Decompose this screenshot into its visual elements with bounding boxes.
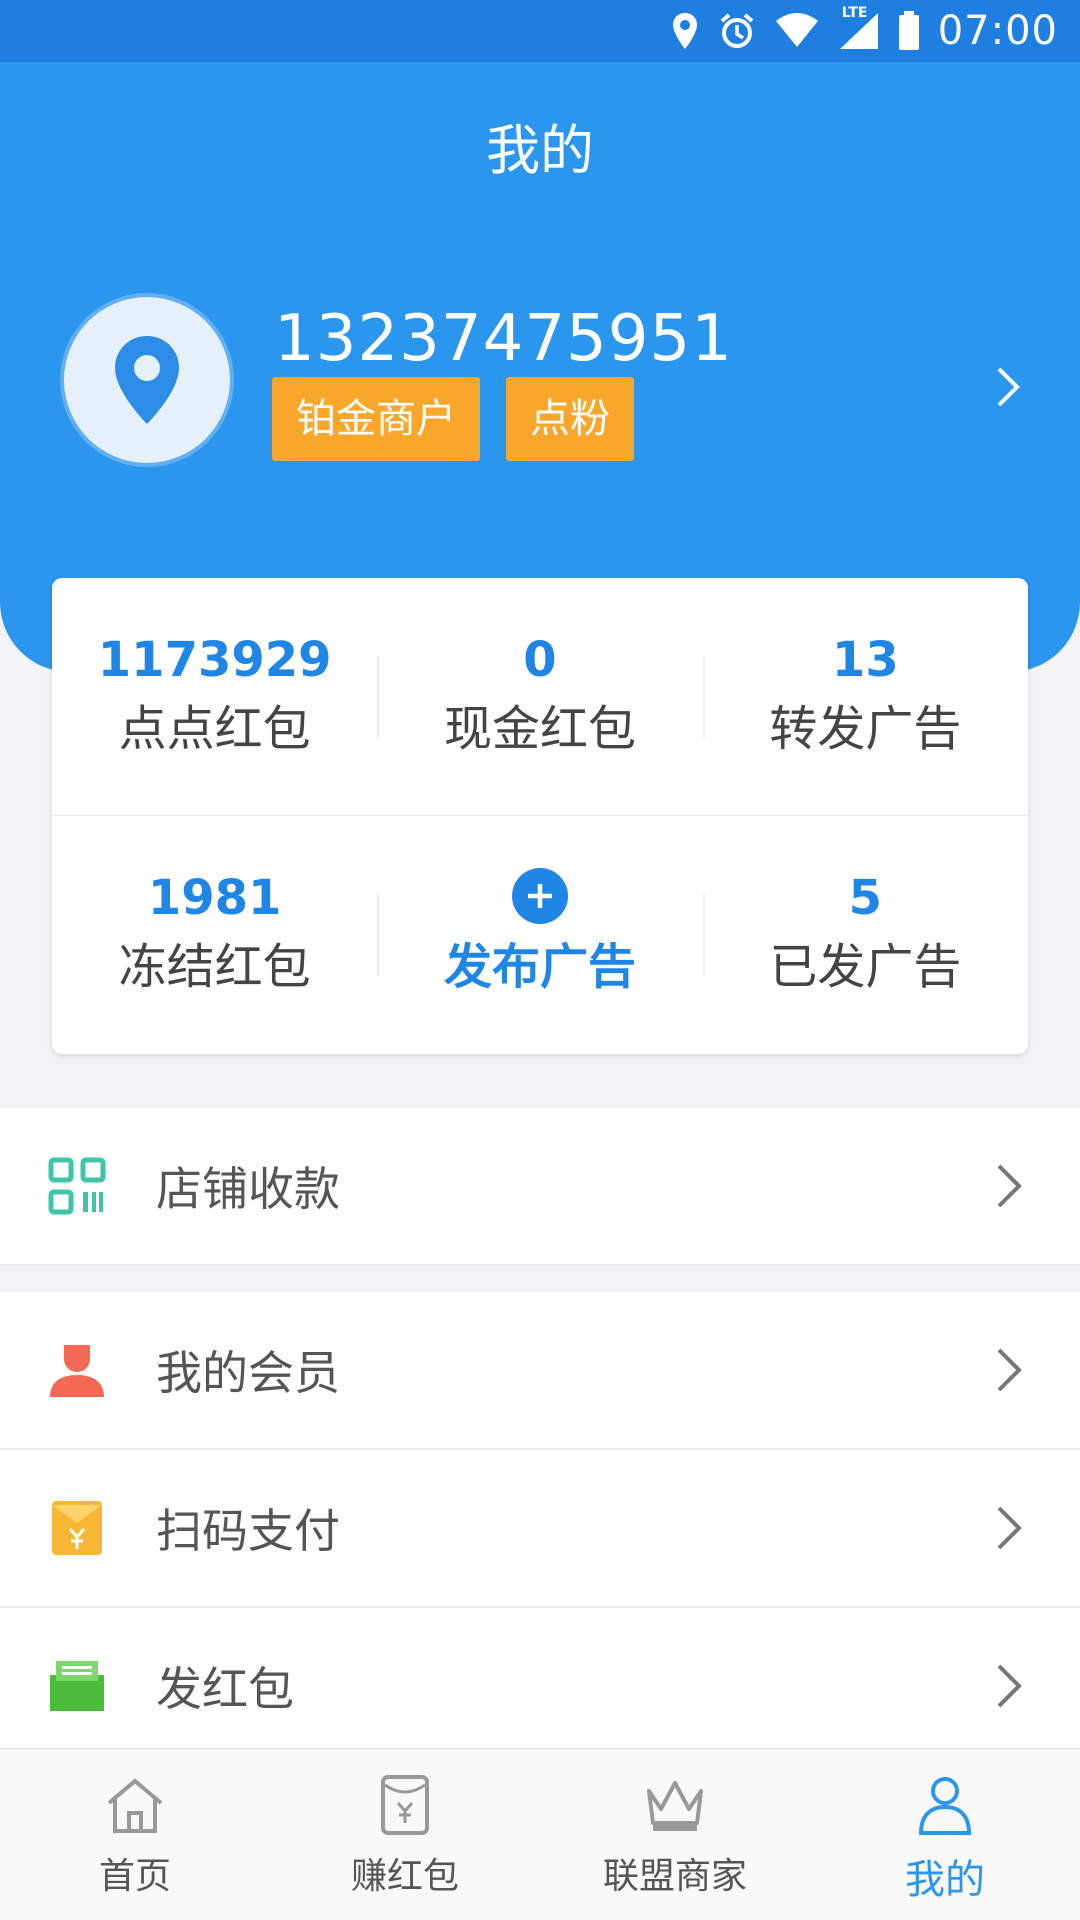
gift-box-icon [50,1661,104,1711]
wallet-yen-icon [381,1775,429,1835]
chevron-right-icon [997,1348,1022,1392]
divider [0,1264,1080,1266]
chevron-right-icon [997,1164,1022,1208]
qr-code-icon [48,1157,106,1215]
stat-label: 现金红包 [443,700,636,757]
tab-label: 联盟商家 [602,1856,747,1897]
wifi-icon [774,13,820,49]
publish-ad-button[interactable]: 发布广告 [377,816,702,1054]
status-bar: LTE 07:00 [0,0,1080,62]
user-icon [918,1777,972,1835]
status-time: 07:00 [937,8,1058,54]
publish-ad-label: 发布广告 [443,939,636,995]
stat-forwarded-ads[interactable]: 13 转发广告 [702,578,1028,815]
member-icon [50,1345,104,1397]
stat-dian-dian-hongbao[interactable]: 1173929 点点红包 [52,578,377,815]
chevron-right-icon [997,1664,1022,1708]
profile-arrow[interactable] [988,357,1028,417]
stats-card: 1173929 点点红包 0 现金红包 13 转发广告 1981 冻结红包 发布… [52,578,1028,1054]
stat-label: 点点红包 [118,700,311,757]
menu-label: 我的会员 [156,1346,340,1400]
user-phone: 13237475951 [274,302,733,376]
stat-label: 冻结红包 [118,939,311,995]
alarm-icon [718,12,756,50]
stat-published-ads[interactable]: 5 已发广告 [702,816,1028,1054]
merchant-level-badge: 铂金商户 [272,377,480,461]
page-title: 我的 [486,119,594,182]
location-pin-icon [115,336,179,424]
chevron-right-icon [997,367,1020,407]
tab-label: 我的 [905,1857,985,1903]
avatar[interactable] [64,297,230,463]
crown-icon [647,1781,703,1831]
menu-item-my-members[interactable]: 我的会员 [0,1292,1080,1448]
menu-item-scan-pay[interactable]: 扫码支付 [0,1450,1080,1606]
stats-row-1: 1173929 点点红包 0 现金红包 13 转发广告 [52,578,1028,816]
stat-value: 1981 [147,870,282,926]
tab-earn-hongbao[interactable]: 赚红包 [270,1749,540,1920]
tab-label: 赚红包 [350,1856,459,1897]
stat-value: 5 [848,870,883,926]
plus-icon [511,868,568,924]
menu-item-send-hongbao[interactable]: 发红包 [0,1608,1080,1764]
tab-mine[interactable]: 我的 [810,1749,1080,1920]
tab-home[interactable]: 首页 [0,1749,270,1920]
stat-label: 已发广告 [769,939,962,995]
lte-label: LTE [841,5,868,21]
battery-icon [898,11,920,51]
tab-alliance-merchants[interactable]: 联盟商家 [540,1749,810,1920]
tab-label: 首页 [98,1856,171,1897]
stat-value: 13 [831,631,899,688]
stat-value: 1173929 [97,631,332,688]
menu-label: 店铺收款 [156,1162,340,1216]
stat-cash-hongbao[interactable]: 0 现金红包 [377,578,702,815]
stat-value: 0 [523,631,557,688]
stat-frozen-hongbao[interactable]: 1981 冻结红包 [52,816,377,1054]
stat-label: 转发广告 [769,700,962,757]
badge-group: 铂金商户 点粉 [272,377,634,461]
home-icon [107,1778,163,1833]
location-icon [670,11,700,51]
envelope-yen-icon [52,1501,102,1555]
fan-badge: 点粉 [506,377,634,461]
bottom-tab-bar: 首页 赚红包 联盟商家 我的 [0,1748,1080,1920]
menu-item-store-payment[interactable]: 店铺收款 [0,1108,1080,1264]
chevron-right-icon [997,1506,1022,1550]
menu-label: 发红包 [156,1662,294,1716]
stats-row-2: 1981 冻结红包 发布广告 5 已发广告 [52,816,1028,1054]
signal-icon: LTE [838,5,880,51]
menu-label: 扫码支付 [156,1504,340,1558]
